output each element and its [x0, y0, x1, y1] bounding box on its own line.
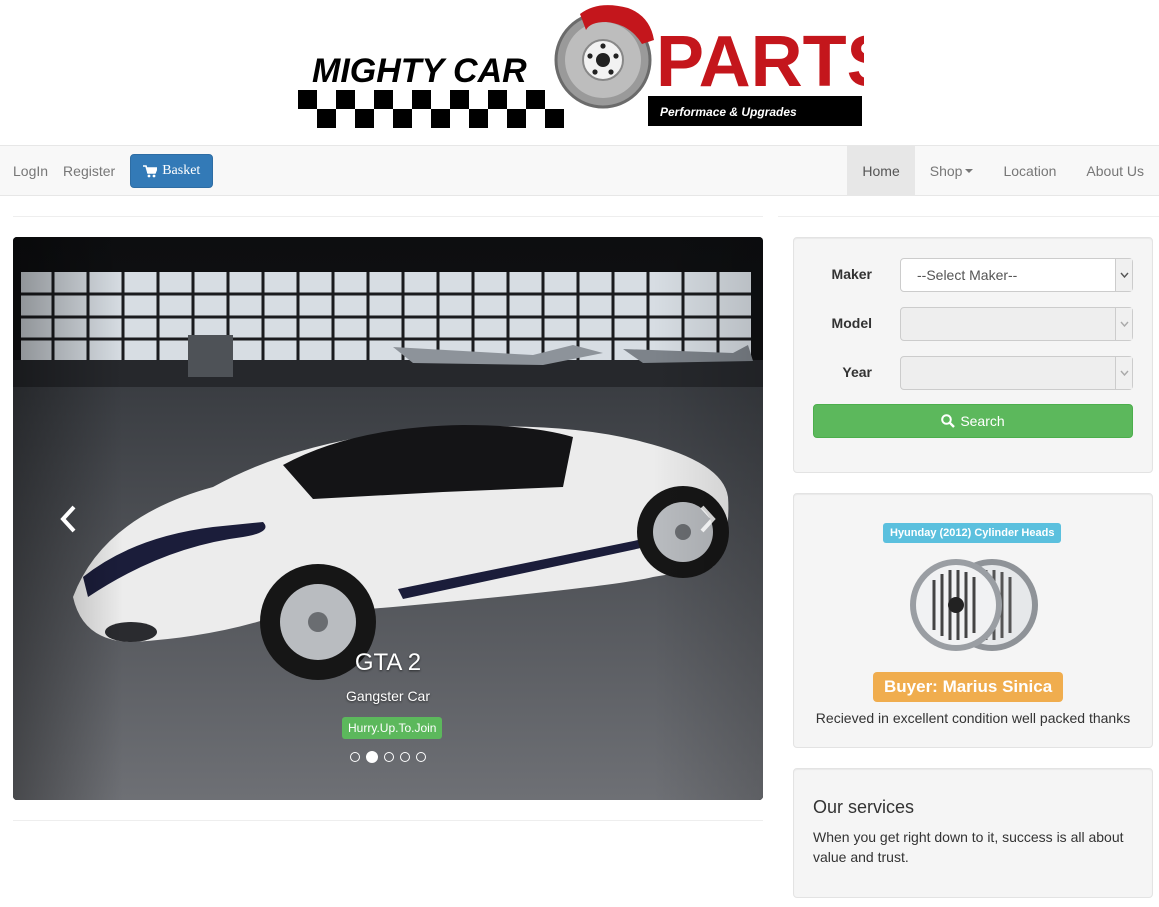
site-logo[interactable]: MIGHTY CAR PARTS Performace & Upgrades [298, 2, 864, 130]
register-link[interactable]: Register [63, 163, 115, 179]
buyer-label: Buyer: Marius Sinica [873, 672, 1064, 702]
carousel-next-control[interactable] [653, 237, 763, 800]
nav-about-us[interactable]: About Us [1071, 146, 1159, 196]
maker-label: Maker [831, 266, 872, 282]
carousel-indicator[interactable] [400, 752, 410, 762]
model-label: Model [831, 315, 872, 331]
carousel-indicator[interactable] [350, 752, 360, 762]
chevron-down-icon [1115, 308, 1132, 340]
account-nav: LogIn Register Basket [13, 146, 214, 196]
year-label: Year [842, 364, 872, 380]
maker-row: Maker --Select Maker-- [794, 258, 1152, 292]
year-select[interactable] [900, 356, 1133, 390]
search-button-label: Search [960, 413, 1005, 429]
services-panel: Our services When you get right down to … [793, 768, 1153, 898]
chevron-down-icon [1115, 357, 1132, 389]
maker-select-value: --Select Maker-- [917, 267, 1018, 283]
carousel-indicator[interactable] [384, 752, 394, 762]
divider [778, 216, 1159, 217]
year-row: Year [794, 356, 1152, 390]
carousel-prev-control[interactable] [13, 237, 123, 800]
nav-shop-label: Shop [929, 163, 963, 179]
carousel-caption-subtitle: Gangster Car [345, 688, 431, 704]
shopping-cart-icon [143, 164, 158, 177]
services-title: Our services [813, 797, 915, 817]
customer-review-panel: Hyunday (2012) Cylinder Heads Buyer: Mar… [793, 493, 1153, 748]
main-navbar: LogIn Register Basket Home Shop Location… [0, 145, 1159, 196]
logo-text-parts: PARTS [656, 22, 864, 102]
search-icon [941, 414, 956, 428]
chevron-right-icon [700, 505, 716, 532]
nav-home[interactable]: Home [847, 146, 915, 196]
product-label[interactable]: Hyunday (2012) Cylinder Heads [883, 523, 1062, 543]
nav-location[interactable]: Location [988, 146, 1071, 196]
nav-shop-dropdown[interactable]: Shop [915, 146, 989, 196]
review-text: Recieved in excellent condition well pac… [815, 710, 1131, 726]
chevron-down-icon [1115, 259, 1132, 291]
divider [13, 820, 763, 821]
login-link[interactable]: LogIn [13, 163, 48, 179]
basket-label: Basket [162, 163, 201, 178]
carousel-caption-badge[interactable]: Hurry.Up.To.Join [342, 717, 443, 739]
nav-location-label: Location [1003, 163, 1057, 179]
caret-down-icon [965, 169, 974, 173]
maker-select[interactable]: --Select Maker-- [900, 258, 1133, 292]
site-header: MIGHTY CAR PARTS Performace & Upgrades [0, 0, 1159, 145]
chevron-left-icon [60, 505, 76, 532]
model-select[interactable] [900, 307, 1133, 341]
carousel-slide-image [13, 237, 763, 800]
carousel-indicator[interactable] [416, 752, 426, 762]
services-text: When you get right down to it, success i… [813, 829, 1124, 865]
logo-text-mighty-car: MIGHTY CAR [312, 52, 527, 90]
hero-carousel[interactable]: GTA 2 Gangster Car Hurry.Up.To.Join [13, 237, 763, 800]
carousel-caption-title: GTA 2 [354, 649, 422, 676]
main-menu: Home Shop Location About Us [847, 146, 1159, 196]
parts-search-panel: Maker --Select Maker-- Model Year Search [793, 237, 1153, 473]
search-button[interactable]: Search [813, 404, 1133, 438]
model-row: Model [794, 307, 1152, 341]
nav-home-label: Home [862, 163, 900, 179]
carousel-indicators [13, 751, 763, 763]
logo-tagline: Performace & Upgrades [660, 105, 797, 119]
carousel-indicator-active[interactable] [366, 751, 378, 763]
basket-button[interactable]: Basket [130, 154, 214, 188]
brake-disc-icon [554, 5, 654, 109]
divider [13, 216, 763, 217]
nav-about-label: About Us [1086, 163, 1144, 179]
car-horn-product-image[interactable] [904, 552, 1044, 662]
